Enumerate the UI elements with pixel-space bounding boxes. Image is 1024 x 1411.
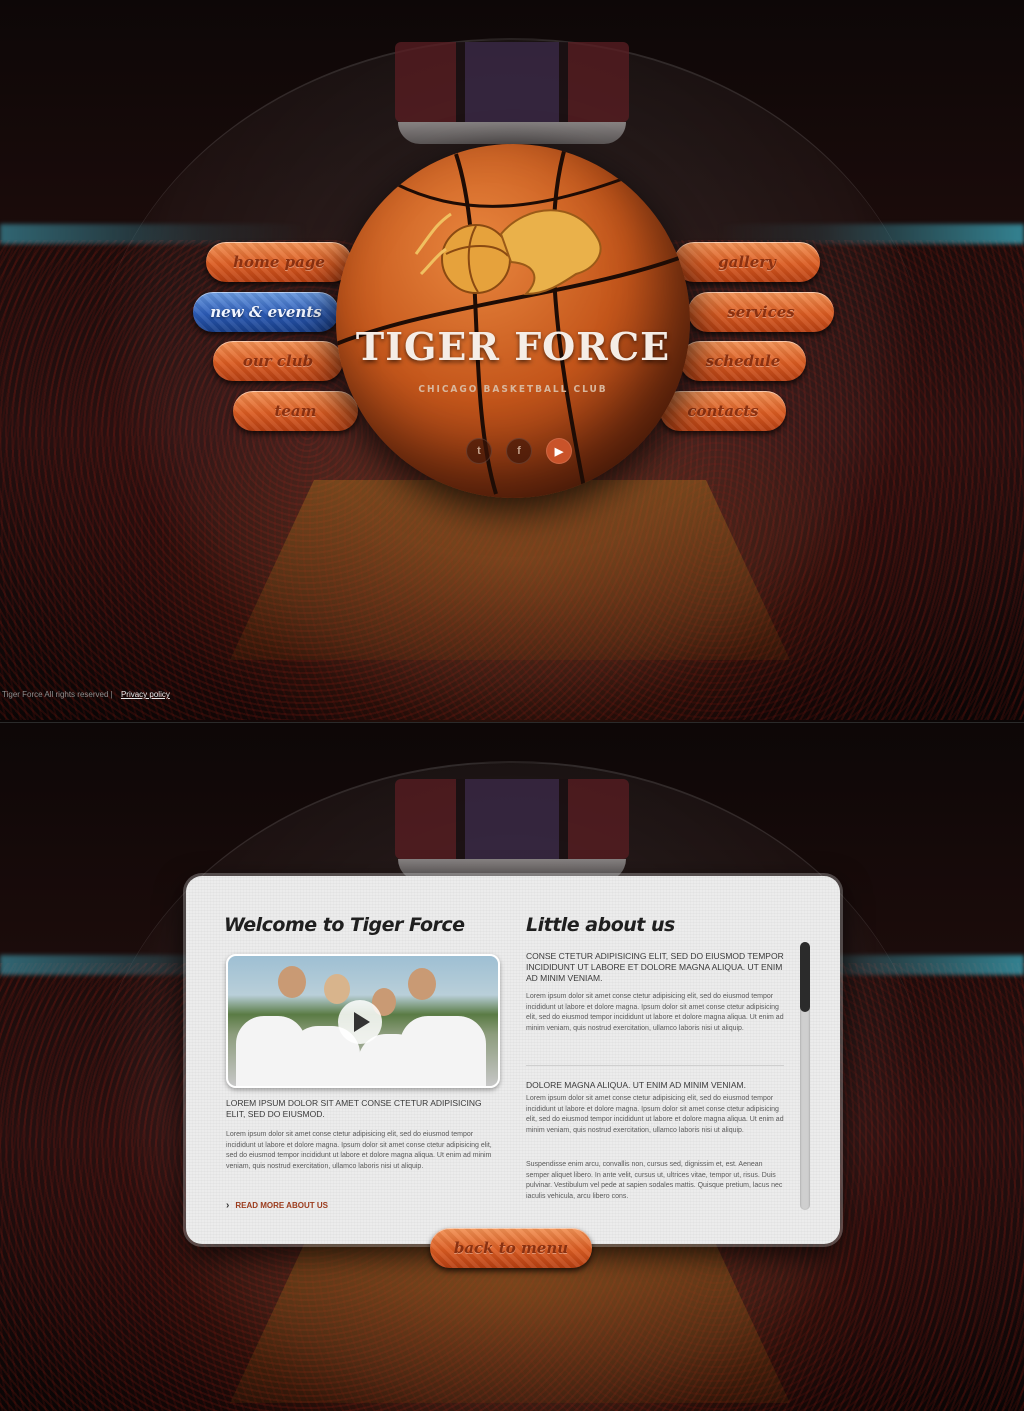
scrollbar[interactable] — [800, 942, 810, 1210]
play-button[interactable] — [338, 1000, 382, 1044]
divider — [526, 1065, 784, 1066]
youtube-icon[interactable]: ▶ — [546, 438, 572, 464]
scoreboard — [395, 779, 629, 859]
chevron-right-icon: › — [226, 1200, 230, 1211]
splash-panel: home page new & events our club team gal… — [0, 0, 1024, 722]
read-more-link[interactable]: › READ MORE ABOUT US — [226, 1200, 328, 1211]
person-head — [278, 966, 306, 998]
scoreboard-ring — [398, 122, 626, 144]
nav-news-events[interactable]: new & events — [193, 292, 339, 332]
arena-court — [230, 480, 790, 660]
nav-our-club[interactable]: our club — [213, 341, 343, 381]
social-links: t f ▶ — [466, 438, 572, 464]
play-icon — [354, 1012, 370, 1032]
back-to-menu-button[interactable]: back to menu — [430, 1228, 592, 1268]
brand-title: TIGER FORCE — [355, 324, 671, 369]
basketball-logo: TIGER FORCE CHICAGO BASKETBALL CLUB t f … — [336, 144, 690, 498]
about-text-2: Lorem ipsum dolor sit amet conse ctetur … — [526, 1095, 784, 1134]
about-text-1: Lorem ipsum dolor sit amet conse ctetur … — [526, 993, 784, 1032]
video-thumbnail[interactable] — [226, 954, 500, 1088]
nav-services[interactable]: services — [688, 292, 834, 332]
scoreboard — [395, 42, 629, 122]
content-card: Welcome to Tiger Force LOREM IPSUM DOLOR… — [186, 876, 840, 1244]
person-head — [324, 974, 350, 1004]
person — [400, 1016, 486, 1086]
person-head — [408, 968, 436, 1000]
twitter-icon[interactable]: t — [466, 438, 492, 464]
nav-schedule[interactable]: schedule — [680, 341, 806, 381]
footer: Tiger Force All rights reserved | Privac… — [2, 690, 170, 699]
about-text-3: Suspendisse enim arcu, convallis non, cu… — [526, 1161, 783, 1200]
welcome-heading: Welcome to Tiger Force — [224, 914, 465, 936]
nav-home-page[interactable]: home page — [206, 242, 352, 282]
about-subheading: DOLORE MAGNA ALIQUA. UT ENIM AD MINIM VE… — [526, 1080, 746, 1090]
copyright-text: Tiger Force All rights reserved | — [2, 690, 113, 699]
nav-gallery[interactable]: gallery — [674, 242, 820, 282]
welcome-intro: LOREM IPSUM DOLOR SIT AMET CONSE CTETUR … — [226, 1098, 482, 1119]
welcome-text: Lorem ipsum dolor sit amet conse ctetur … — [226, 1131, 492, 1170]
page: home page new & events our club team gal… — [0, 0, 1024, 1411]
read-more-label: READ MORE ABOUT US — [235, 1201, 328, 1210]
brand-subtitle: CHICAGO BASKETBALL CLUB — [418, 384, 608, 395]
about-heading: Little about us — [526, 914, 675, 936]
about-intro: CONSE CTETUR ADIPISICING ELIT, SED DO EI… — [526, 951, 784, 983]
scrollbar-thumb[interactable] — [800, 942, 810, 1012]
facebook-icon[interactable]: f — [506, 438, 532, 464]
privacy-policy-link[interactable]: Privacy policy — [121, 690, 170, 699]
